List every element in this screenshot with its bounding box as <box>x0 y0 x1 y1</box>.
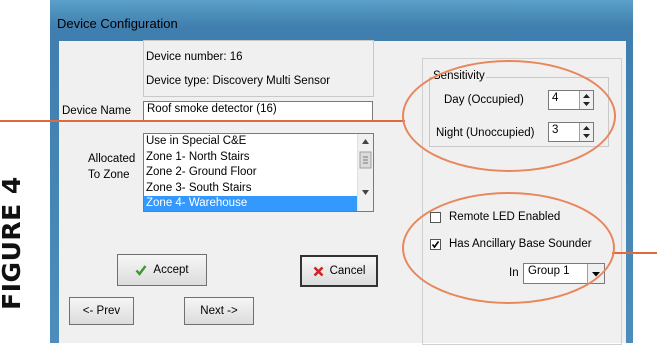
zone-list-item[interactable]: Zone 3- South Stairs <box>144 181 357 197</box>
zone-list-item[interactable]: Zone 4- Warehouse <box>144 196 357 211</box>
scroll-up-arrow-icon <box>362 139 369 144</box>
prev-label: <- Prev <box>82 305 121 317</box>
device-info-box <box>143 40 374 97</box>
prev-button[interactable]: <- Prev <box>69 297 134 325</box>
accept-label: Accept <box>153 264 189 276</box>
allocated-label: Allocated <box>88 153 136 165</box>
zone-list-item[interactable]: Zone 1- North Stairs <box>144 150 357 166</box>
cancel-label: Cancel <box>329 265 366 277</box>
leader-line-right <box>612 252 657 254</box>
close-icon <box>313 266 324 276</box>
zone-list-item[interactable]: Use in Special C&E <box>144 134 357 150</box>
zone-scrollbar[interactable] <box>357 134 373 211</box>
checkmark-icon <box>135 265 147 276</box>
sensitivity-highlight-ellipse <box>402 60 616 172</box>
next-button[interactable]: Next -> <box>184 297 254 325</box>
scroll-down-arrow-icon <box>362 190 369 195</box>
next-label: Next -> <box>200 305 238 317</box>
accept-button[interactable]: Accept <box>117 254 207 286</box>
zone-listbox[interactable]: Use in Special C&E Zone 1- North Stairs Zo… <box>143 133 374 212</box>
zone-list-item[interactable]: Zone 2- Ground Floor <box>144 165 357 181</box>
device-number-text: Device number: 16 <box>146 51 243 63</box>
cancel-button[interactable]: Cancel <box>300 255 378 287</box>
device-name-label: Device Name <box>62 105 132 117</box>
device-name-field[interactable]: Roof smoke detector (16) <box>143 101 373 121</box>
device-type-text: Device type: Discovery Multi Sensor <box>146 75 331 87</box>
figure-label: FIGURE 4 <box>0 176 26 310</box>
leader-line-left <box>0 120 405 122</box>
sounder-highlight-ellipse <box>402 192 615 304</box>
title-bar: Device Configuration <box>50 0 633 43</box>
to-zone-label: To Zone <box>88 169 130 181</box>
window-title: Device Configuration <box>57 16 178 31</box>
